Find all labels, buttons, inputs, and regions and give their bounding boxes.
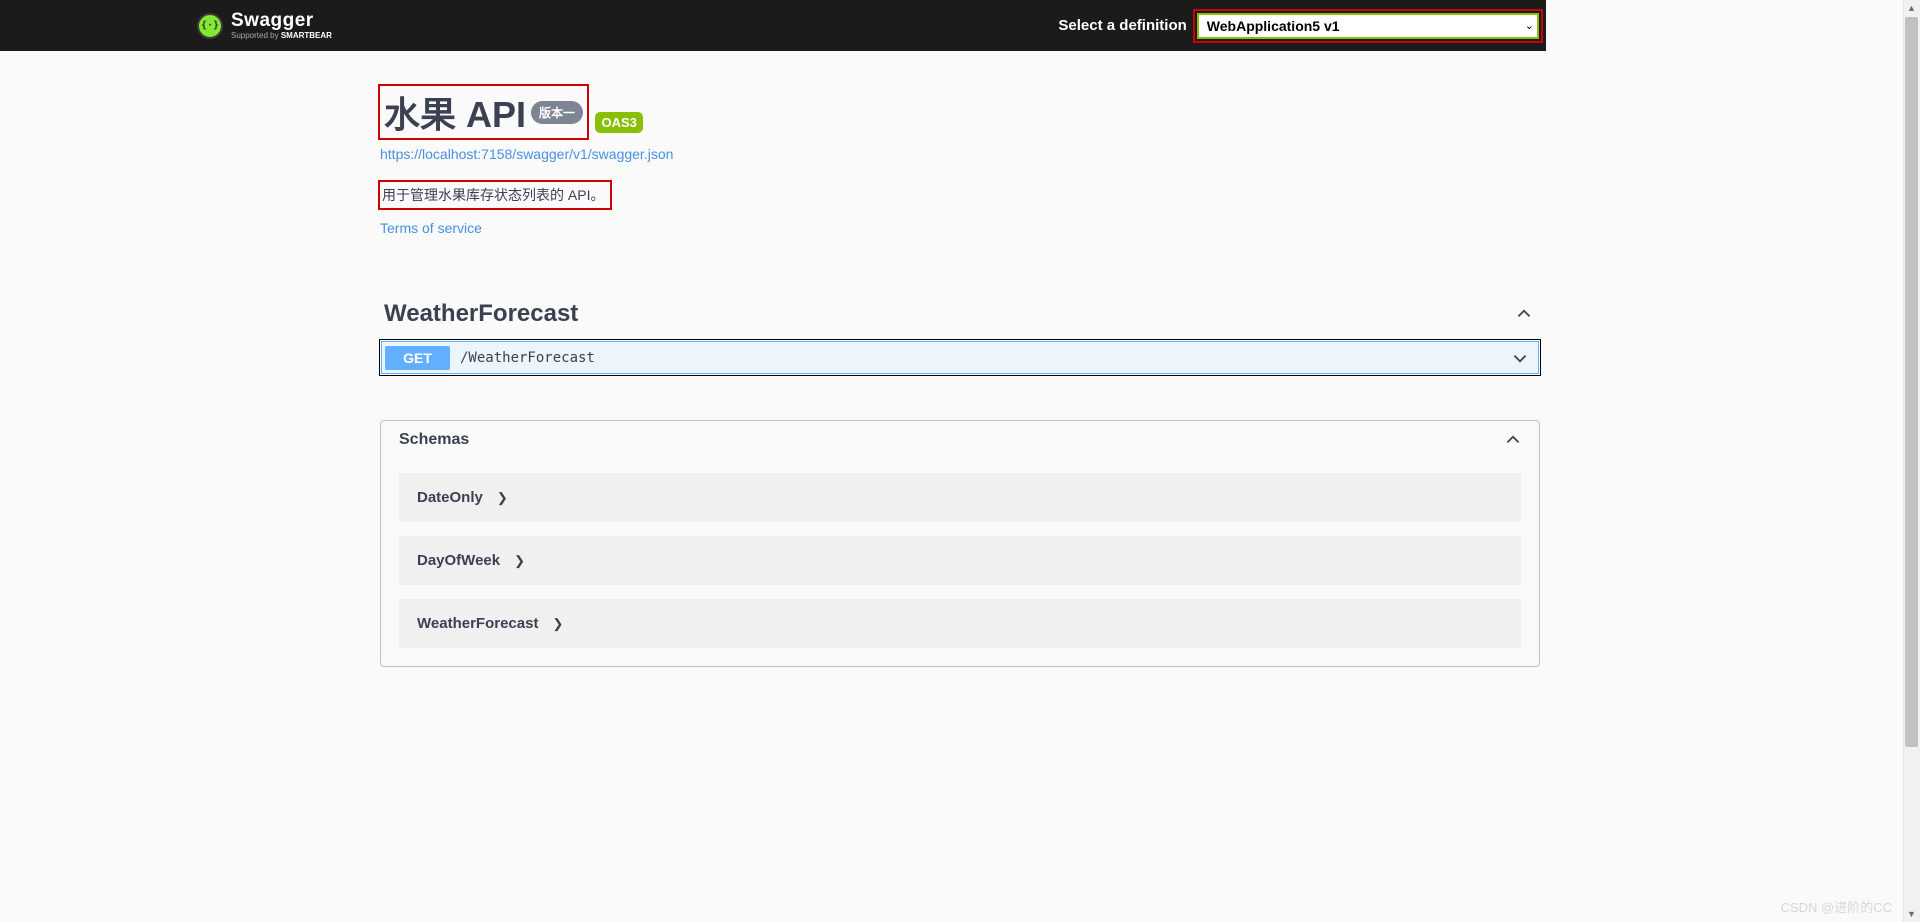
spec-url-link[interactable]: https://localhost:7158/swagger/v1/swagge… bbox=[380, 146, 1540, 162]
schemas-header[interactable]: Schemas bbox=[381, 421, 1539, 459]
tag-name: WeatherForecast bbox=[384, 300, 578, 328]
scrollbar[interactable]: ▲ ▼ bbox=[1903, 0, 1920, 922]
schema-item[interactable]: WeatherForecast ❯ bbox=[399, 599, 1521, 648]
topbar: {·} Swagger Supported by SMARTBEAR Selec… bbox=[0, 0, 1546, 51]
definition-selector: Select a definition WebApplication5 v1 ⌄ bbox=[1058, 13, 1534, 39]
chevron-right-icon: ❯ bbox=[514, 553, 525, 569]
version-badge: 版本一 bbox=[531, 101, 583, 124]
brand-subtitle: Supported by SMARTBEAR bbox=[231, 32, 332, 40]
api-title-row: 水果 API 版本一 bbox=[380, 86, 587, 138]
definition-select[interactable]: WebApplication5 v1 bbox=[1197, 13, 1539, 39]
schema-name: WeatherForecast bbox=[417, 615, 538, 632]
chevron-right-icon: ❯ bbox=[497, 490, 508, 506]
schema-name: DayOfWeek bbox=[417, 552, 500, 569]
scroll-thumb[interactable] bbox=[1905, 17, 1918, 747]
terms-of-service-link[interactable]: Terms of service bbox=[380, 220, 1540, 236]
chevron-down-icon bbox=[1512, 350, 1528, 366]
watermark: CSDN @进阶的CC bbox=[1781, 897, 1892, 916]
schemas-section: Schemas DateOnly ❯ DayOfWeek ❯ WeatherFo… bbox=[380, 420, 1540, 667]
api-title: 水果 API bbox=[384, 86, 526, 138]
brand-name: Swagger bbox=[231, 11, 332, 30]
brand-text: Swagger Supported by SMARTBEAR bbox=[231, 11, 332, 40]
http-method-badge: GET bbox=[385, 346, 450, 370]
chevron-up-icon bbox=[1516, 306, 1532, 322]
schemas-title: Schemas bbox=[399, 431, 469, 449]
chevron-right-icon: ❯ bbox=[552, 616, 563, 632]
scroll-down-icon[interactable]: ▼ bbox=[1904, 906, 1919, 922]
oas-badge: OAS3 bbox=[595, 112, 642, 133]
definition-label: Select a definition bbox=[1058, 17, 1186, 34]
tag-section: WeatherForecast GET /WeatherForecast bbox=[380, 296, 1540, 375]
chevron-up-icon bbox=[1505, 432, 1521, 448]
api-info: 水果 API 版本一 OAS3 https://localhost:7158/s… bbox=[380, 86, 1540, 236]
tag-header[interactable]: WeatherForecast bbox=[380, 296, 1540, 332]
scroll-up-icon[interactable]: ▲ bbox=[1904, 0, 1919, 16]
schema-name: DateOnly bbox=[417, 489, 483, 506]
schemas-body: DateOnly ❯ DayOfWeek ❯ WeatherForecast ❯ bbox=[381, 473, 1539, 666]
brand: {·} Swagger Supported by SMARTBEAR bbox=[197, 11, 332, 40]
api-description: 用于管理水果库存状态列表的 API。 bbox=[380, 182, 610, 208]
swagger-logo-icon: {·} bbox=[197, 13, 223, 39]
operation-path: /WeatherForecast bbox=[460, 350, 1512, 366]
schema-item[interactable]: DateOnly ❯ bbox=[399, 473, 1521, 522]
schema-item[interactable]: DayOfWeek ❯ bbox=[399, 536, 1521, 585]
operation-get[interactable]: GET /WeatherForecast bbox=[380, 340, 1540, 375]
main: 水果 API 版本一 OAS3 https://localhost:7158/s… bbox=[380, 51, 1540, 667]
